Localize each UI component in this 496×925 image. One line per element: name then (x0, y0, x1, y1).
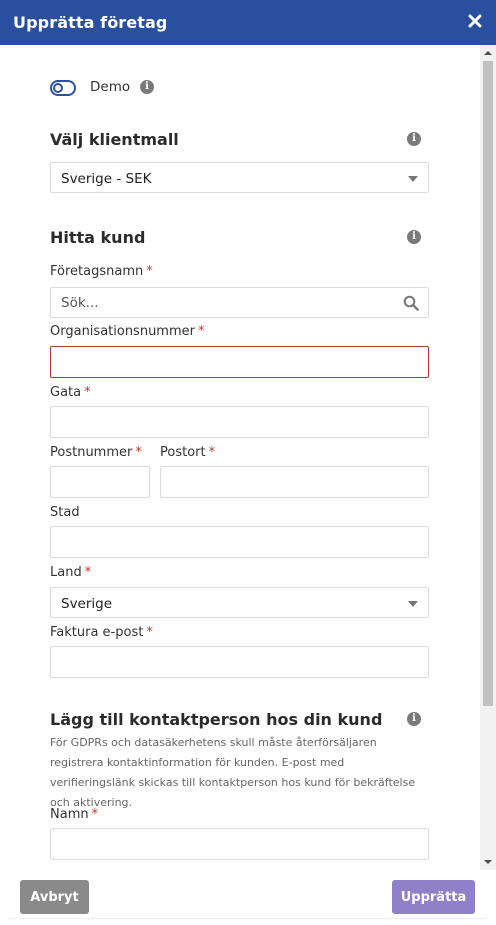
search-icon[interactable] (403, 295, 419, 311)
company-name-label: Företagsnamn * (50, 264, 153, 279)
required-marker: * (91, 807, 99, 822)
street-input[interactable] (50, 406, 429, 438)
close-icon[interactable] (466, 12, 484, 30)
cancel-button[interactable]: Avbryt (20, 880, 89, 914)
org-number-input[interactable] (50, 346, 429, 378)
postal-code-label: Postnummer * (50, 445, 142, 460)
scrollbar[interactable] (480, 45, 496, 870)
country-selected-value: Sverige (61, 596, 113, 612)
scrollbar-thumb[interactable] (483, 61, 493, 706)
required-marker: * (135, 445, 142, 460)
org-number-label: Organisationsnummer * (50, 324, 205, 339)
city-label: Postort * (160, 445, 216, 460)
dialog-footer: Avbryt Upprätta (0, 870, 496, 925)
chevron-down-icon (408, 601, 418, 607)
submit-button[interactable]: Upprätta (392, 880, 475, 914)
chevron-down-icon (408, 176, 418, 182)
toggle-knob (53, 83, 63, 93)
required-marker: * (208, 445, 216, 460)
scroll-up-arrow-icon[interactable] (480, 45, 496, 61)
template-section-title: Välj klientmall (50, 130, 179, 149)
info-icon[interactable]: i (407, 230, 421, 244)
street-label: Gata * (50, 385, 91, 400)
city-input[interactable] (160, 466, 429, 498)
company-search-input[interactable]: Sök... (50, 287, 429, 318)
dialog-title: Upprätta företag (13, 13, 168, 32)
invoice-email-input[interactable] (50, 646, 429, 678)
info-icon[interactable]: i (407, 132, 421, 146)
town-label: Stad (50, 505, 80, 520)
template-select[interactable]: Sverige - SEK (50, 162, 429, 193)
gdpr-note: För GDPRs och datasäkerhetens skull måst… (50, 736, 416, 809)
country-label: Land * (50, 565, 92, 580)
invoice-email-label: Faktura e-post * (50, 625, 153, 640)
template-selected-value: Sverige - SEK (61, 171, 152, 187)
required-marker: * (197, 324, 205, 339)
contact-name-label: Namn * (50, 807, 99, 822)
dialog-header: Upprätta företag (0, 0, 496, 45)
country-select[interactable]: Sverige (50, 587, 429, 618)
required-marker: * (146, 625, 153, 640)
postal-code-input[interactable] (50, 466, 150, 498)
contact-name-input[interactable] (50, 828, 429, 860)
footer-divider (10, 918, 486, 919)
required-marker: * (84, 385, 91, 400)
town-input[interactable] (50, 526, 429, 558)
required-marker: * (84, 565, 92, 580)
demo-toggle[interactable] (50, 80, 76, 96)
info-icon[interactable]: i (140, 80, 154, 94)
search-placeholder: Sök... (61, 295, 99, 311)
contact-section-title: Lägg till kontaktperson hos din kund (50, 710, 383, 729)
customer-section-title: Hitta kund (50, 228, 146, 247)
info-icon[interactable]: i (407, 712, 421, 726)
required-marker: * (146, 264, 153, 279)
scroll-down-arrow-icon[interactable] (480, 854, 496, 870)
demo-label: Demo (90, 79, 131, 95)
